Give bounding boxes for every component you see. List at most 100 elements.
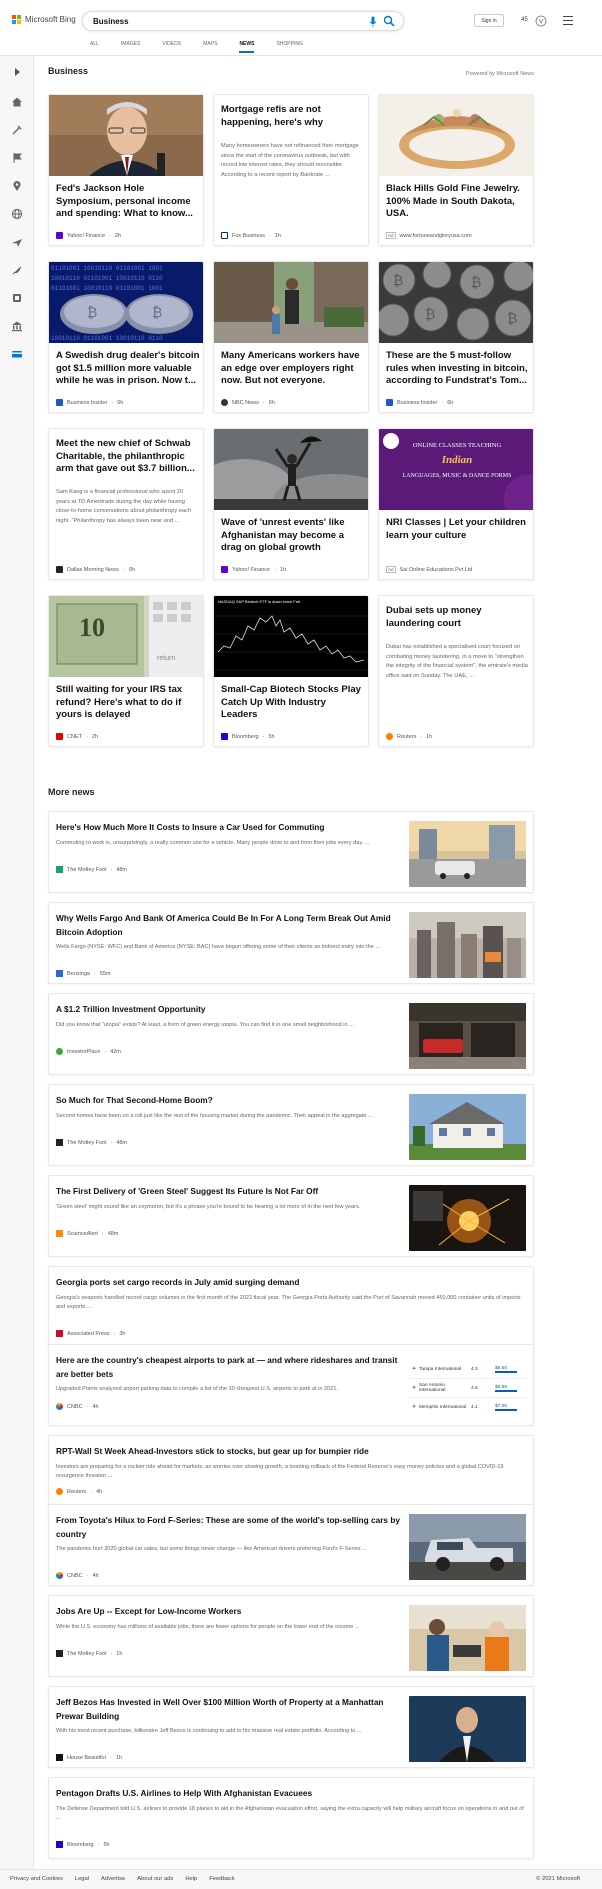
row-thumbnail-pickup-truck [409, 1514, 526, 1580]
card-title[interactable]: Dubai sets up money laundering court [386, 605, 530, 630]
news-row[interactable]: So Much for That Second-Home Boom? Secon… [48, 1084, 534, 1166]
building-icon[interactable] [11, 320, 23, 332]
news-row[interactable]: Here's How Much More It Costs to Insure … [48, 811, 534, 893]
expand-icon[interactable] [11, 66, 23, 78]
search-input[interactable]: Business [93, 17, 129, 26]
card-description: Dubai has established a specialised cour… [386, 644, 528, 679]
reuters-logo-icon [56, 1488, 63, 1495]
menu-icon[interactable] [563, 16, 573, 25]
news-row[interactable]: Jobs Are Up -- Except for Low-Income Wor… [48, 1595, 534, 1677]
news-card[interactable]: 10 return Still waiting for your IRS tax … [48, 595, 204, 747]
globe-icon[interactable] [11, 208, 23, 220]
business-insider-logo-icon [56, 399, 63, 406]
row-description: Investors are preparing for a rockier ri… [56, 1464, 504, 1479]
row-title[interactable]: Here's How Much More It Costs to Insure … [56, 821, 402, 835]
row-title[interactable]: From Toyota's Hilux to Ford F-Series: Th… [56, 1514, 402, 1541]
flag-icon[interactable] [11, 152, 23, 164]
news-row[interactable]: Georgia ports set cargo records in July … [48, 1266, 534, 1348]
tab-all[interactable]: ALL [90, 41, 99, 53]
search-icon[interactable] [383, 15, 395, 27]
card-image-gold-ring [379, 95, 533, 176]
row-title[interactable]: The First Delivery of 'Green Steel' Sugg… [56, 1185, 402, 1199]
news-card[interactable]: Wave of 'unrest events' like Afghanistan… [213, 428, 369, 580]
yahoo-logo-icon [221, 566, 228, 573]
reuters-logo-icon [386, 733, 393, 740]
card-title[interactable]: Black Hills Gold Fine Jewelry. 100% Made… [386, 183, 530, 221]
news-card[interactable]: Dubai sets up money laundering court Dub… [378, 595, 534, 747]
home-icon[interactable] [11, 96, 23, 108]
trophy-icon[interactable] [11, 292, 23, 304]
card-title[interactable]: Meet the new chief of Schwab Charitable,… [56, 438, 200, 476]
news-card[interactable]: NASDAQ S&P Biotech ETF is down since Feb… [213, 595, 369, 747]
card-title[interactable]: NRI Classes | Let your children learn yo… [386, 517, 530, 542]
card-source: Dallas Morning News · 6h [56, 566, 135, 573]
microphone-icon[interactable] [369, 16, 377, 28]
card-source: Yahoo! Finance · 2h [56, 232, 121, 239]
bing-logo[interactable]: Microsoft Bing [12, 15, 76, 24]
card-title[interactable]: Wave of 'unrest events' like Afghanistan… [221, 517, 365, 555]
footer-link-privacy[interactable]: Privacy and Cookies [10, 1876, 63, 1882]
row-title[interactable]: Here are the country's cheapest airports… [56, 1354, 402, 1381]
footer-link-legal[interactable]: Legal [75, 1876, 89, 1882]
row-title[interactable]: A $1.2 Trillion Investment Opportunity [56, 1003, 402, 1017]
news-row[interactable]: The First Delivery of 'Green Steel' Sugg… [48, 1175, 534, 1257]
card-title[interactable]: These are the 5 must-follow rules when i… [386, 350, 530, 388]
card-title[interactable]: Fed's Jackson Hole Symposium, personal i… [56, 183, 200, 221]
row-title[interactable]: Jobs Are Up -- Except for Low-Income Wor… [56, 1605, 402, 1619]
news-row[interactable]: Pentagon Drafts U.S. Airlines to Help Wi… [48, 1777, 534, 1859]
card-icon[interactable] [11, 348, 23, 360]
news-row[interactable]: Here are the country's cheapest airports… [48, 1344, 534, 1426]
tab-images[interactable]: IMAGES [121, 41, 140, 53]
tab-shopping[interactable]: SHOPPING [276, 41, 302, 53]
rewards-points[interactable]: 45 [521, 17, 528, 23]
news-row[interactable]: Jeff Bezos Has Invested in Well Over $10… [48, 1686, 534, 1768]
footer-link-feedback[interactable]: Feedback [209, 1876, 234, 1882]
news-card[interactable]: Many Americans workers have an edge over… [213, 261, 369, 413]
ad-card[interactable]: Black Hills Gold Fine Jewelry. 100% Made… [378, 94, 534, 246]
row-title[interactable]: Georgia ports set cargo records in July … [56, 1276, 526, 1290]
row-title[interactable]: So Much for That Second-Home Boom? [56, 1094, 402, 1108]
card-title[interactable]: Mortgage refis are not happening, here's… [221, 104, 365, 129]
location-icon[interactable] [11, 180, 23, 192]
ad-card[interactable]: ONLINE CLASSES TEACHING Indian LANGUAGES, … [378, 428, 534, 580]
news-row[interactable]: Why Wells Fargo And Bank Of America Coul… [48, 902, 534, 984]
news-card[interactable]: Fed's Jackson Hole Symposium, personal i… [48, 94, 204, 246]
row-source: InvestorPlace · 42m [56, 1048, 121, 1055]
footer-link-advertise[interactable]: Advertise [101, 1876, 125, 1882]
search-box[interactable]: Business [82, 11, 404, 31]
row-title[interactable]: Why Wells Fargo And Bank Of America Coul… [56, 912, 402, 939]
card-title[interactable]: Many Americans workers have an edge over… [221, 350, 365, 388]
news-card[interactable]: Mortgage refis are not happening, here's… [213, 94, 369, 246]
rewards-icon[interactable] [534, 14, 548, 28]
news-card[interactable]: 01101001 10010110 01101001 1001 10010110 … [48, 261, 204, 413]
row-title[interactable]: RPT-Wall St Week Ahead-Investors stick t… [56, 1445, 526, 1459]
news-row[interactable]: From Toyota's Hilux to Ford F-Series: Th… [48, 1504, 534, 1586]
tab-maps[interactable]: MAPS [203, 41, 217, 53]
news-card[interactable]: Meet the new chief of Schwab Charitable,… [48, 428, 204, 580]
row-title[interactable]: Pentagon Drafts U.S. Airlines to Help Wi… [56, 1787, 526, 1801]
cnbc-logo-icon [56, 1572, 63, 1579]
tab-videos[interactable]: VIDEOS [162, 41, 181, 53]
card-title[interactable]: Small-Cap Biotech Stocks Play Catch Up W… [221, 684, 365, 722]
associated-press-logo-icon [56, 1330, 63, 1337]
footer-link-help[interactable]: Help [185, 1876, 197, 1882]
rocket-icon[interactable] [11, 264, 23, 276]
row-title[interactable]: Jeff Bezos Has Invested in Well Over $10… [56, 1696, 402, 1723]
footer-link-about-ads[interactable]: About our ads [137, 1876, 173, 1882]
plane-icon[interactable] [11, 236, 23, 248]
sign-in-button[interactable]: Sign in [474, 14, 504, 27]
tools-icon[interactable] [11, 124, 23, 136]
card-title[interactable]: A Swedish drug dealer's bitcoin got $1.5… [56, 350, 200, 388]
row-description: Did you know that "utopia" exists? At le… [56, 1022, 354, 1028]
news-row[interactable]: A $1.2 Trillion Investment Opportunity D… [48, 993, 534, 1075]
top-header: Microsoft Bing Business Sign in 45 ALL I… [0, 0, 602, 56]
card-source: Business Insider · 6h [56, 399, 123, 406]
motley-fool-logo-icon [56, 1650, 63, 1657]
tab-news[interactable]: NEWS [239, 41, 255, 53]
row-source: Reuters · 4h [56, 1488, 102, 1495]
powered-by[interactable]: Powered by Microsoft News [466, 71, 534, 77]
svg-text:₿: ₿ [425, 306, 435, 322]
card-source: Business Insider · 6h [386, 399, 453, 406]
card-title[interactable]: Still waiting for your IRS tax refund? H… [56, 684, 200, 722]
news-card[interactable]: ₿ ₿ ₿ ₿ These are the 5 must-follow rules w… [378, 261, 534, 413]
